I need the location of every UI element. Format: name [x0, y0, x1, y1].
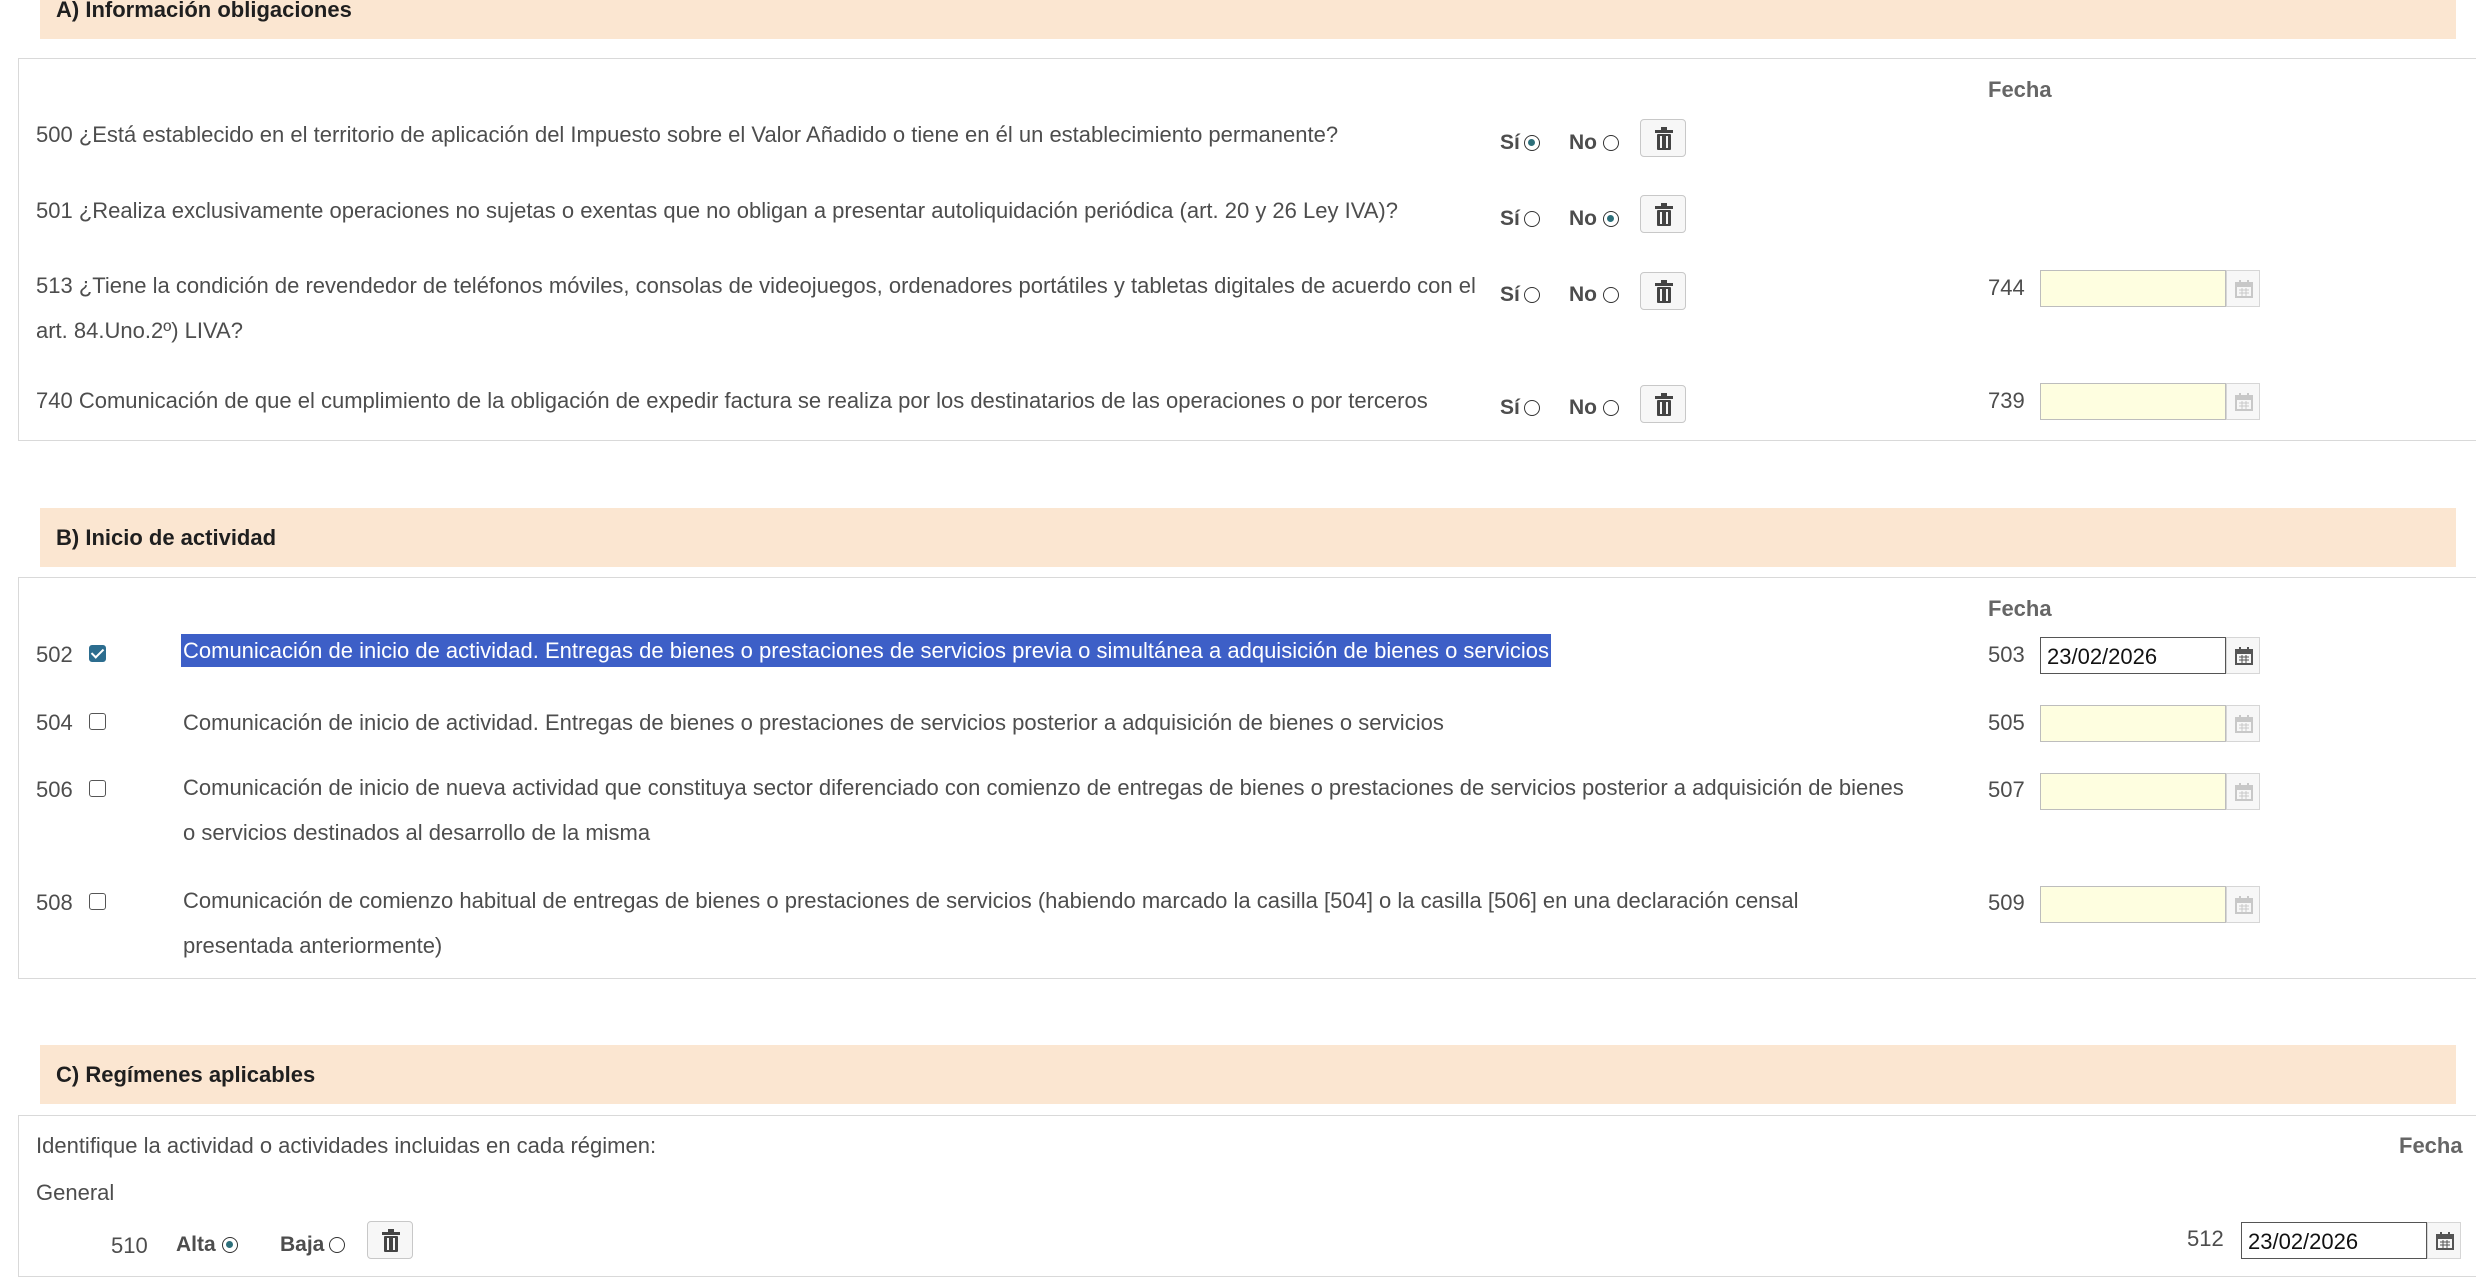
date-input-505[interactable] [2040, 705, 2226, 742]
trash-icon [1655, 203, 1673, 226]
calendar-icon [2235, 896, 2253, 914]
delete-button-510[interactable] [367, 1221, 413, 1259]
checkbox-508[interactable] [89, 893, 106, 910]
calendar-icon [2235, 715, 2253, 733]
date-input-503[interactable]: 23/02/2026 [2040, 637, 2226, 674]
activity-502-selected-text: Comunicación de inicio de actividad. Ent… [181, 634, 1551, 667]
date-code-509: 509 [1988, 890, 2025, 915]
fecha-label-c: Fecha [2399, 1133, 2463, 1158]
question-740: 740 Comunicación de que el cumplimiento … [36, 388, 1428, 413]
delete-button-500[interactable] [1640, 119, 1686, 157]
section-c-title: C) Regímenes aplicables [56, 1062, 316, 1087]
section-a-panel: Fecha 500 ¿Está establecido en el territ… [18, 58, 2476, 441]
code-510: 510 [111, 1233, 148, 1258]
checkbox-506[interactable] [89, 780, 106, 797]
date-code-503: 503 [1988, 642, 2025, 667]
fecha-label-a: Fecha [1988, 77, 2052, 102]
calendar-button-505[interactable] [2226, 705, 2260, 742]
calendar-button-507[interactable] [2226, 773, 2260, 810]
code-508: 508 [36, 890, 73, 915]
section-b-title: B) Inicio de actividad [56, 525, 277, 550]
date-input-509[interactable] [2040, 886, 2226, 923]
code-506: 506 [36, 777, 73, 802]
no-radio-500[interactable] [1603, 135, 1619, 151]
code-504: 504 [36, 710, 73, 735]
date-input-512[interactable]: 23/02/2026 [2241, 1222, 2427, 1259]
yes-label-740: Sí [1500, 396, 1520, 419]
calendar-button-509[interactable] [2226, 886, 2260, 923]
section-c-panel: Identifique la actividad o actividades i… [18, 1115, 2476, 1277]
calendar-button-503[interactable] [2226, 637, 2260, 674]
trash-icon [1655, 127, 1673, 150]
yes-label-501: Sí [1500, 207, 1520, 230]
section-a-title: A) Información obligaciones [56, 0, 352, 22]
date-code-505: 505 [1988, 710, 2025, 735]
trash-icon [1655, 280, 1673, 303]
calendar-button-512[interactable] [2427, 1222, 2461, 1259]
no-radio-513[interactable] [1603, 287, 1619, 303]
section-b-panel: Fecha 502 Comunicación de inicio de acti… [18, 577, 2476, 979]
checkbox-504[interactable] [89, 713, 106, 730]
yes-radio-501[interactable] [1524, 211, 1540, 227]
question-501: 501 ¿Realiza exclusivamente operaciones … [36, 198, 1398, 223]
calendar-icon [2235, 647, 2253, 665]
no-radio-740[interactable] [1603, 400, 1619, 416]
trash-icon [382, 1229, 400, 1252]
yes-radio-500[interactable] [1524, 135, 1540, 151]
date-code-744: 744 [1988, 275, 2025, 300]
yes-label-500: Sí [1500, 131, 1520, 154]
delete-button-501[interactable] [1640, 195, 1686, 233]
activity-508: Comunicación de comienzo habitual de ent… [183, 888, 1799, 958]
no-label-501: No [1569, 207, 1597, 230]
question-500: 500 ¿Está establecido en el territorio d… [36, 122, 1339, 147]
yes-label-513: Sí [1500, 283, 1520, 306]
baja-radio[interactable] [329, 1237, 345, 1253]
trash-icon [1655, 393, 1673, 416]
calendar-icon [2235, 783, 2253, 801]
yes-radio-740[interactable] [1524, 400, 1540, 416]
calendar-button-744[interactable] [2226, 270, 2260, 307]
alta-radio[interactable] [222, 1237, 238, 1253]
section-c-intro: Identifique la actividad o actividades i… [36, 1133, 657, 1158]
no-label-740: No [1569, 396, 1597, 419]
section-b-header: B) Inicio de actividad [40, 508, 2456, 567]
fecha-label-b: Fecha [1988, 596, 2052, 621]
calendar-button-739[interactable] [2226, 383, 2260, 420]
section-c-header: C) Regímenes aplicables [40, 1045, 2456, 1104]
date-code-507: 507 [1988, 777, 2025, 802]
no-label-513: No [1569, 283, 1597, 306]
question-513: 513 ¿Tiene la condición de revendedor de… [36, 273, 1476, 343]
date-input-739[interactable] [2040, 383, 2226, 420]
code-502: 502 [36, 642, 73, 667]
section-a-header: A) Información obligaciones [40, 0, 2456, 39]
date-input-744[interactable] [2040, 270, 2226, 307]
no-radio-501[interactable] [1603, 211, 1619, 227]
activity-504: Comunicación de inicio de actividad. Ent… [183, 710, 1444, 735]
calendar-icon [2235, 393, 2253, 411]
activity-506: Comunicación de inicio de nueva activida… [183, 775, 1904, 845]
checkbox-502[interactable] [89, 645, 106, 662]
alta-label: Alta [176, 1233, 216, 1256]
calendar-icon [2436, 1232, 2454, 1250]
delete-button-740[interactable] [1640, 385, 1686, 423]
calendar-icon [2235, 280, 2253, 298]
date-code-512: 512 [2187, 1226, 2224, 1251]
general-label: General [36, 1180, 115, 1205]
activity-502: Comunicación de inicio de actividad. Ent… [181, 634, 1551, 667]
delete-button-513[interactable] [1640, 272, 1686, 310]
yes-radio-513[interactable] [1524, 287, 1540, 303]
date-input-507[interactable] [2040, 773, 2226, 810]
baja-label: Baja [280, 1233, 325, 1256]
no-label-500: No [1569, 131, 1597, 154]
date-code-739: 739 [1988, 388, 2025, 413]
